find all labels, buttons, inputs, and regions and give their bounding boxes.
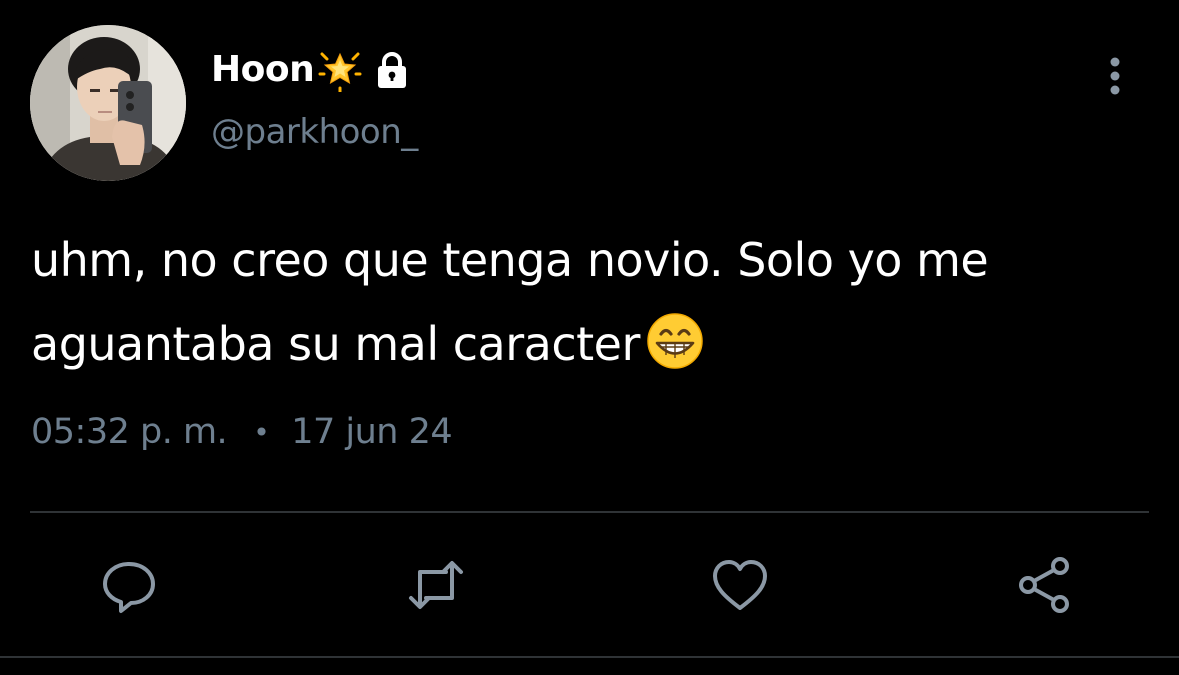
divider (30, 511, 1149, 513)
author-handle[interactable]: @parkhoon_ (211, 112, 418, 152)
avatar-photo (30, 25, 186, 181)
reply-icon (103, 562, 155, 613)
lock-icon (378, 52, 407, 88)
tweet-text-line-2: aguantaba su mal caracter (31, 317, 640, 371)
display-name[interactable]: Hoon (211, 52, 315, 88)
tweet-text: uhm, no creo que tenga novio. Solo yo me… (31, 218, 1141, 386)
share-icon (1019, 557, 1069, 613)
glowing-star-icon (318, 52, 362, 92)
author-name-row: Hoon (211, 42, 412, 98)
grinning-face-with-smiling-eyes-icon (647, 313, 703, 369)
like-icon (713, 560, 767, 610)
reply-button[interactable] (97, 556, 161, 614)
share-button[interactable] (1012, 556, 1076, 614)
retweet-button[interactable] (404, 556, 468, 614)
more-vertical-icon[interactable] (1099, 55, 1131, 97)
divider-bottom (0, 656, 1179, 658)
tweet-date: 17 jun 24 (291, 412, 453, 452)
avatar[interactable] (30, 25, 186, 181)
tweet-time: 05:32 p. m. (31, 412, 228, 452)
tweet-text-line-1: uhm, no creo que tenga novio. Solo yo me (31, 233, 989, 287)
meta-separator: • (253, 415, 270, 449)
tweet-timestamp[interactable]: 05:32 p. m. • 17 jun 24 (31, 412, 453, 452)
retweet-icon (409, 561, 463, 609)
like-button[interactable] (708, 556, 772, 614)
